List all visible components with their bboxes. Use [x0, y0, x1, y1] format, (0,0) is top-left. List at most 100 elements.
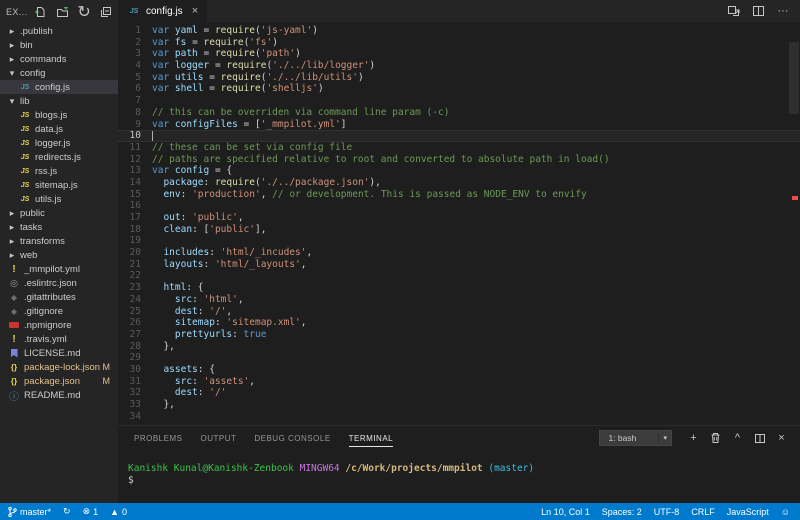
eol[interactable]: CRLF: [691, 507, 715, 517]
tree-item-package-lock-json[interactable]: {} package-lock.json M: [0, 360, 118, 374]
language-mode[interactable]: JavaScript: [727, 507, 769, 517]
code-line[interactable]: 28 },: [118, 341, 800, 353]
terminal-output[interactable]: Kanishk Kunal@Kanishk-Zenbook MINGW64 /c…: [118, 450, 800, 487]
code-line[interactable]: 23 html: {: [118, 282, 800, 294]
line-number: 7: [135, 95, 141, 107]
code-line[interactable]: 31 src: 'assets',: [118, 376, 800, 388]
tree-item--eslintrc-json[interactable]: ◎ .eslintrc.json: [0, 276, 118, 290]
tree-item-readme-md[interactable]: ⓘ README.md: [0, 388, 118, 403]
tree-item-logger-js[interactable]: JS logger.js: [0, 136, 118, 150]
split-editor-icon[interactable]: [751, 4, 765, 18]
tree-item--gitattributes[interactable]: ◆ .gitattributes: [0, 290, 118, 304]
tree-item-rss-js[interactable]: JS rss.js: [0, 164, 118, 178]
code-line[interactable]: 16: [118, 200, 800, 212]
tree-item-sitemap-js[interactable]: JS sitemap.js: [0, 178, 118, 192]
tree-item-config-js[interactable]: JS config.js: [0, 80, 118, 94]
sync-indicator[interactable]: ↻: [63, 506, 71, 517]
new-terminal-icon[interactable]: +: [687, 432, 700, 445]
panel-tab-output[interactable]: OUTPUT: [200, 430, 236, 447]
tree-item-label: .eslintrc.json: [24, 277, 77, 289]
tree-item-web[interactable]: ▸ web: [0, 248, 118, 262]
tree-item-tasks[interactable]: ▸ tasks: [0, 220, 118, 234]
code-line[interactable]: 13 var config = {: [118, 165, 800, 177]
code-line[interactable]: 20 includes: 'html/_incudes',: [118, 247, 800, 259]
tree-item--publish[interactable]: ▸ .publish: [0, 24, 118, 38]
feedback[interactable]: ☺: [781, 507, 790, 517]
error-count[interactable]: ⊗ 1: [83, 506, 99, 517]
tree-item-utils-js[interactable]: JS utils.js: [0, 192, 118, 206]
tree-item-bin[interactable]: ▸ bin: [0, 38, 118, 52]
code-token: :: [180, 212, 193, 223]
code-line[interactable]: 5 var utils = require('./../lib/utils'): [118, 72, 800, 84]
code-token: './../package.json': [260, 176, 370, 188]
tree-item-redirects-js[interactable]: JS redirects.js: [0, 150, 118, 164]
more-actions-icon[interactable]: ···: [776, 4, 790, 18]
maximize-panel-icon[interactable]: ^: [731, 432, 744, 445]
tab-config-js[interactable]: JS config.js ×: [118, 0, 208, 22]
kill-terminal-icon[interactable]: [709, 432, 722, 445]
collapse-all-icon[interactable]: [100, 6, 113, 19]
code-line[interactable]: 7: [118, 95, 800, 107]
refresh-icon[interactable]: ↻: [77, 4, 90, 21]
code-line[interactable]: 9 var configFiles = ['_mmpilot.yml']: [118, 119, 800, 131]
close-panel-icon[interactable]: ×: [775, 432, 788, 445]
indentation[interactable]: Spaces: 2: [602, 507, 642, 517]
encoding[interactable]: UTF-8: [654, 507, 680, 517]
panel-tab-problems[interactable]: PROBLEMS: [134, 430, 182, 447]
code-line[interactable]: 21 layouts: 'html/_layouts',: [118, 259, 800, 271]
panel-tab-terminal[interactable]: TERMINAL: [348, 430, 394, 447]
tree-item-blogs-js[interactable]: JS blogs.js: [0, 108, 118, 122]
code-line[interactable]: 19: [118, 235, 800, 247]
new-folder-icon[interactable]: [56, 6, 69, 19]
tree-item-license-md[interactable]: LICENSE.md: [0, 346, 118, 360]
code-token: 'html/_incudes': [220, 247, 307, 259]
code-line[interactable]: 33 },: [118, 399, 800, 411]
tree-item--npmignore[interactable]: .npmignore: [0, 318, 118, 332]
tree-item--mmpilot-yml[interactable]: ! _mmpilot.yml: [0, 262, 118, 276]
code-line[interactable]: 12 // paths are specified relative to roo…: [118, 154, 800, 166]
code-line[interactable]: 18 clean: ['public'],: [118, 224, 800, 236]
scrollbar-thumb[interactable]: [789, 42, 799, 114]
code-editor[interactable]: 1 var yaml = require('js-yaml') 2 var fs = …: [118, 22, 800, 425]
code-line[interactable]: 4 var logger = require('./../lib/logger'): [118, 60, 800, 72]
code-line[interactable]: 24 src: 'html',: [118, 294, 800, 306]
tree-item-transforms[interactable]: ▸ transforms: [0, 234, 118, 248]
tree-item-config[interactable]: ▾ config: [0, 66, 118, 80]
tree-item-commands[interactable]: ▸ commands: [0, 52, 118, 66]
code-line[interactable]: 25 dest: '/',: [118, 306, 800, 318]
code-line[interactable]: 15 env: 'production', // or development.…: [118, 189, 800, 201]
code-line[interactable]: 26 sitemap: 'sitemap.xml',: [118, 317, 800, 329]
code-line[interactable]: 30 assets: {: [118, 364, 800, 376]
code-line[interactable]: 17 out: 'public',: [118, 212, 800, 224]
code-line[interactable]: 2 var fs = require('fs'): [118, 37, 800, 49]
code-line[interactable]: 8 // this can be overriden via command li…: [118, 107, 800, 119]
code-line[interactable]: 14 package: require('./../package.json')…: [118, 177, 800, 189]
code-line[interactable]: 10: [118, 130, 800, 142]
warning-count[interactable]: ▲ 0: [110, 507, 127, 517]
tree-item-package-json[interactable]: {} package.json M: [0, 374, 118, 388]
tree-item--travis-yml[interactable]: ! .travis.yml: [0, 332, 118, 346]
code-line[interactable]: 11 // these can be set via config file: [118, 142, 800, 154]
code-line[interactable]: 22: [118, 270, 800, 282]
code-line[interactable]: 1 var yaml = require('js-yaml'): [118, 25, 800, 37]
overview-ruler[interactable]: [788, 22, 800, 425]
tree-item-data-js[interactable]: JS data.js: [0, 122, 118, 136]
git-branch-indicator[interactable]: master*: [8, 506, 51, 518]
code-token: =: [197, 25, 215, 36]
panel-tab-debug-console[interactable]: DEBUG CONSOLE: [254, 430, 330, 447]
split-terminal-icon[interactable]: [753, 432, 766, 445]
code-line[interactable]: 3 var path = require('path'): [118, 48, 800, 60]
tree-item--gitignore[interactable]: ◆ .gitignore: [0, 304, 118, 318]
cursor-position[interactable]: Ln 10, Col 1: [541, 507, 590, 517]
code-line[interactable]: 29: [118, 352, 800, 364]
tree-item-public[interactable]: ▸ public: [0, 206, 118, 220]
terminal-selector[interactable]: 1: bash ▾: [599, 430, 672, 446]
code-line[interactable]: 34: [118, 411, 800, 423]
new-file-icon[interactable]: [34, 6, 47, 19]
code-line[interactable]: 32 dest: '/': [118, 387, 800, 399]
code-line[interactable]: 6 var shell = require('shelljs'): [118, 83, 800, 95]
tree-item-lib[interactable]: ▾ lib: [0, 94, 118, 108]
open-changes-icon[interactable]: [726, 4, 740, 18]
close-tab-icon[interactable]: ×: [192, 5, 198, 17]
code-line[interactable]: 27 prettyurls: true: [118, 329, 800, 341]
